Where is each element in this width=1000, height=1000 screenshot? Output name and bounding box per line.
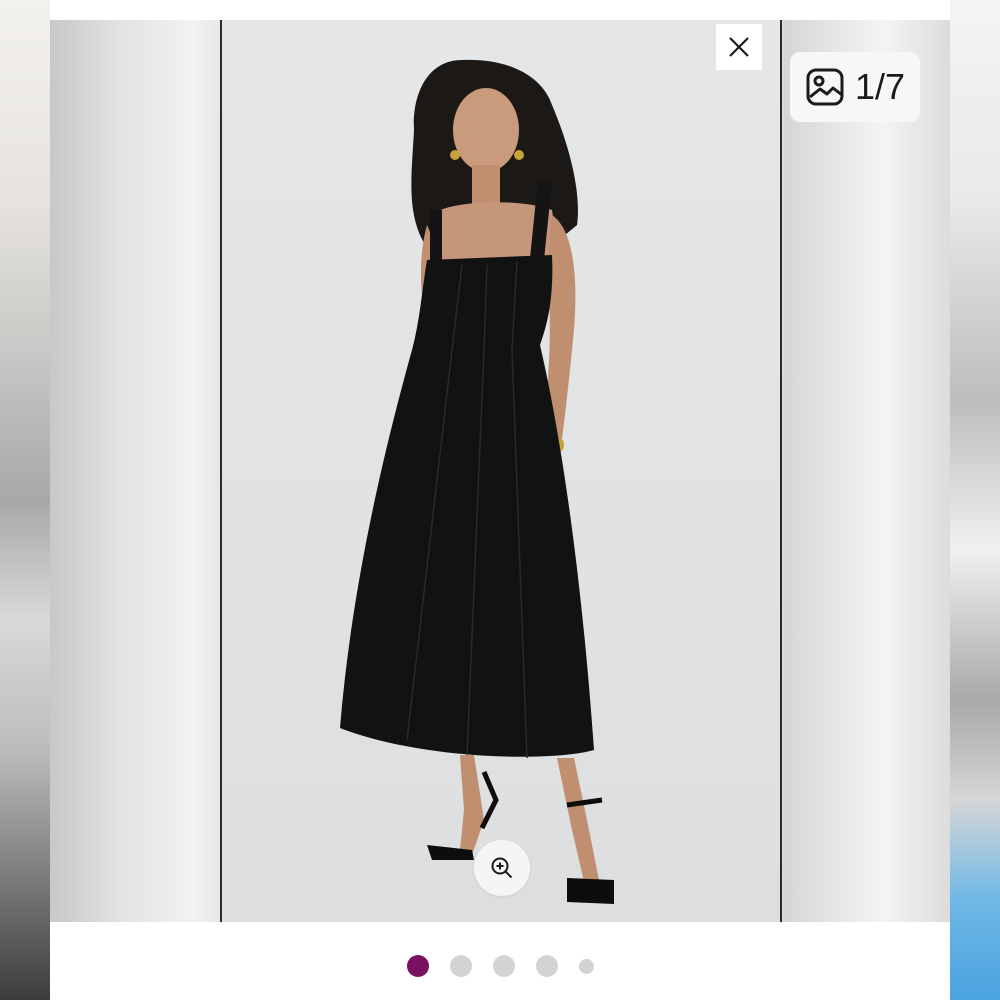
pagination-dot-1[interactable] [406,955,429,977]
close-icon [729,37,749,57]
zoom-in-icon [491,857,513,879]
earring-left [450,150,460,160]
image-counter-text: 1/7 [854,66,906,107]
blurred-background-right [950,0,1000,1000]
image-viewer: 1/7 [50,0,950,1000]
blurred-background-left [0,0,50,1000]
close-button[interactable] [716,24,762,70]
model-leg-right [557,758,600,890]
pagination-dot-5[interactable] [578,958,594,974]
model-face [453,88,519,172]
sandal-right [567,878,614,904]
product-photo[interactable] [220,20,782,922]
earring-right [514,150,524,160]
zoom-button[interactable] [474,840,530,896]
pagination-dot-2[interactable] [449,955,472,977]
pagination-dots [50,944,950,988]
model-neck [472,165,500,205]
model-leg-left [460,755,484,855]
image-counter-badge: 1/7 [790,52,920,122]
pagination-dot-3[interactable] [492,955,515,977]
gallery-background [784,20,950,922]
pagination-dot-4[interactable] [535,955,558,977]
product-photo-illustration [340,59,614,904]
gallery-stage[interactable]: 1/7 [50,20,950,922]
sandal-left-strap [479,771,499,830]
image-icon [806,68,844,106]
